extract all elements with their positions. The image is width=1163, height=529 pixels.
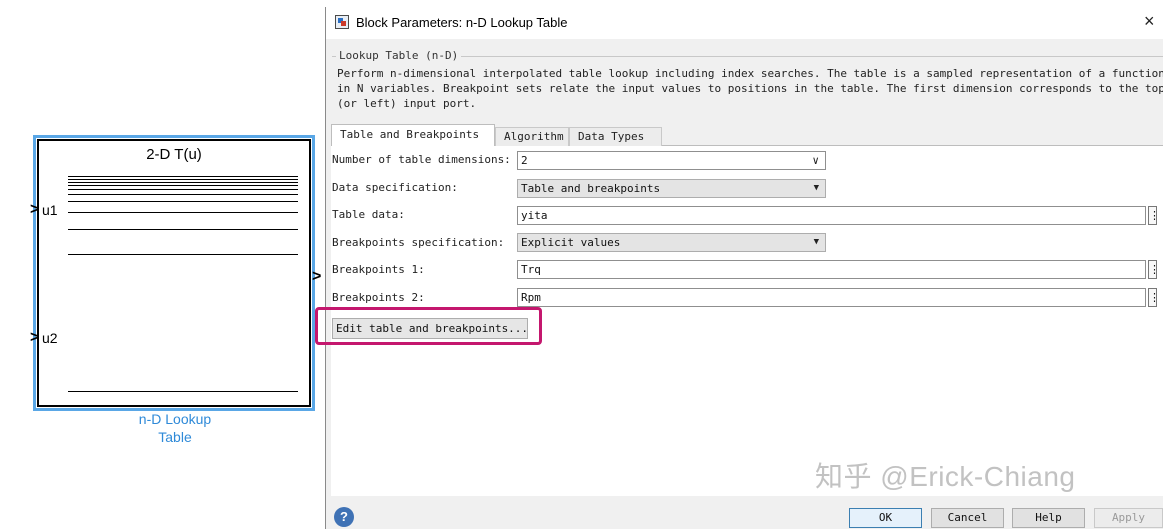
- help-button[interactable]: Help: [1012, 508, 1085, 528]
- watermark: 知乎 @Erick-Chiang: [815, 461, 1076, 492]
- data-spec-value: Table and breakpoints: [521, 182, 661, 195]
- table-icon-line: [68, 391, 298, 392]
- table-data-input[interactable]: yita: [517, 206, 1146, 225]
- block-icon-title: 2-D T(u): [146, 146, 202, 163]
- block-name-line-1: n-D Lookup: [138, 411, 212, 427]
- table-icon-line: [68, 201, 298, 202]
- cancel-button[interactable]: Cancel: [931, 508, 1004, 528]
- table-icon-line: [68, 189, 298, 190]
- output-port-icon[interactable]: >: [312, 269, 321, 285]
- input-port-2-icon[interactable]: >: [30, 330, 39, 346]
- bp-spec-select[interactable]: Explicit values ▼: [517, 233, 826, 252]
- help-icon[interactable]: ?: [334, 507, 354, 527]
- tab-algorithm[interactable]: Algorithm: [495, 127, 569, 146]
- table-icon-line: [68, 229, 298, 230]
- data-spec-select[interactable]: Table and breakpoints ▼: [517, 179, 826, 198]
- bp2-input[interactable]: Rpm: [517, 288, 1146, 307]
- num-dims-label: Number of table dimensions:: [332, 153, 511, 166]
- bp1-more-button[interactable]: ⋮: [1148, 260, 1160, 279]
- num-dims-value: 2: [521, 154, 528, 167]
- block-name-line-2: Table: [158, 429, 192, 445]
- annotation-highlight-box: [315, 307, 542, 345]
- bp1-input[interactable]: Trq: [517, 260, 1146, 279]
- bp2-label: Breakpoints 2:: [332, 291, 425, 304]
- tab-data-types[interactable]: Data Types: [569, 127, 662, 146]
- input-port-1-label: u1: [42, 202, 58, 218]
- dropdown-arrow-icon: ▼: [813, 183, 819, 193]
- table-icon-line: [68, 254, 298, 255]
- dialog-title: Block Parameters: n-D Lookup Table: [356, 15, 568, 30]
- block-description: Perform n-dimensional interpolated table…: [337, 67, 1163, 110]
- data-spec-label: Data specification:: [332, 181, 458, 194]
- tab-table-and-breakpoints[interactable]: Table and Breakpoints: [331, 124, 495, 146]
- table-icon-line: [68, 179, 298, 180]
- group-label: Lookup Table (n-D): [336, 49, 462, 62]
- table-icon-line: [68, 185, 298, 186]
- table-icon-line: [68, 212, 298, 213]
- bp-spec-label: Breakpoints specification:: [332, 236, 505, 249]
- input-port-2-label: u2: [42, 330, 58, 346]
- apply-button[interactable]: Apply: [1094, 508, 1163, 528]
- bp2-more-button[interactable]: ⋮: [1148, 288, 1160, 307]
- table-data-more-button[interactable]: ⋮: [1148, 206, 1160, 225]
- bp-spec-value: Explicit values: [521, 236, 621, 249]
- table-data-label: Table data:: [332, 208, 405, 221]
- close-button[interactable]: ×: [1144, 11, 1155, 32]
- model-canvas: 2-D T(u) > u1 > u2 > n-D Lookup Table: [0, 0, 325, 527]
- chevron-down-icon: ∨: [812, 154, 819, 167]
- input-port-1-icon[interactable]: >: [30, 202, 39, 218]
- table-icon-line: [68, 182, 298, 183]
- table-icon-line: [68, 194, 298, 195]
- table-icon-line: [68, 176, 298, 177]
- simulink-block-icon: [335, 15, 349, 29]
- block-name[interactable]: n-D Lookup Table: [110, 410, 240, 446]
- lookup-table-block[interactable]: 2-D T(u): [37, 139, 311, 407]
- num-dims-select[interactable]: 2 ∨: [517, 151, 826, 170]
- bp1-label: Breakpoints 1:: [332, 263, 425, 276]
- ok-button[interactable]: OK: [849, 508, 922, 528]
- dialog-titlebar[interactable]: Block Parameters: n-D Lookup Table ×: [326, 7, 1163, 39]
- description-group: Lookup Table (n-D) Perform n-dimensional…: [332, 49, 1163, 119]
- dropdown-arrow-icon: ▼: [813, 237, 819, 247]
